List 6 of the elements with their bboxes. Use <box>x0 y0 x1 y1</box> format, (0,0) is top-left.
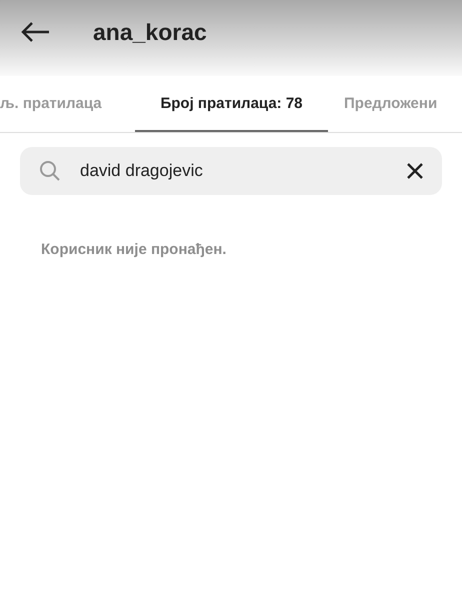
search-field[interactable]: david dragojevic <box>20 147 442 195</box>
back-arrow-icon[interactable] <box>20 21 50 43</box>
tab[interactable]: Број пратилаца: 78 <box>135 76 328 132</box>
profile-username: ana_korac <box>93 18 207 46</box>
clear-icon[interactable] <box>406 162 424 180</box>
empty-message: Корисник није пронађен. <box>41 241 226 258</box>
